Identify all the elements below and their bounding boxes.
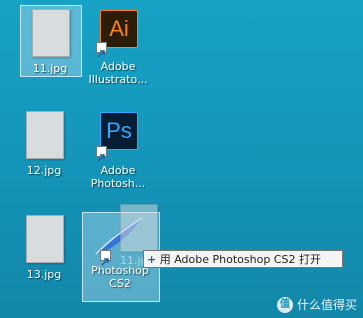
file-label-12-jpg: 12.jpg <box>26 164 62 177</box>
drag-ghost-thumbnail-icon <box>120 204 158 252</box>
shortcut-arrow-icon <box>100 250 111 266</box>
file-icon-13-jpg[interactable]: 13.jpg <box>12 212 76 282</box>
plus-icon: + <box>147 253 157 266</box>
watermark: 值 什么值得买 <box>276 296 357 313</box>
open-with-tooltip: + 用 Adobe Photoshop CS2 打开 <box>143 250 343 268</box>
illustrator-shortcut[interactable]: Ai Adobe Illustrato... <box>86 6 150 96</box>
file-icon-11-jpg[interactable]: 11.jpg <box>18 6 82 76</box>
photoshop-shortcut[interactable]: Ps Adobe Photosh... <box>86 110 150 200</box>
illustrator-label: Adobe Illustrato... <box>88 60 148 86</box>
file-label-11-jpg: 11.jpg <box>32 62 68 75</box>
file-icon-12-jpg[interactable]: 12.jpg <box>12 108 76 178</box>
shortcut-arrow-icon <box>96 146 107 162</box>
photoshop-app-icon: Ps <box>100 112 138 150</box>
watermark-logo-icon: 值 <box>276 296 293 313</box>
file-label-13-jpg: 13.jpg <box>26 268 62 281</box>
desktop: { "desktop": { "icons": [ {"label": "11.… <box>0 0 363 318</box>
watermark-text: 什么值得买 <box>296 298 357 312</box>
image-thumbnail-icon <box>26 215 64 263</box>
photoshop-label: Adobe Photosh... <box>90 164 146 190</box>
image-thumbnail-icon <box>26 111 64 159</box>
tooltip-text: 用 Adobe Photoshop CS2 打开 <box>159 253 321 266</box>
shortcut-arrow-icon <box>96 42 107 58</box>
image-thumbnail-icon <box>32 9 70 57</box>
